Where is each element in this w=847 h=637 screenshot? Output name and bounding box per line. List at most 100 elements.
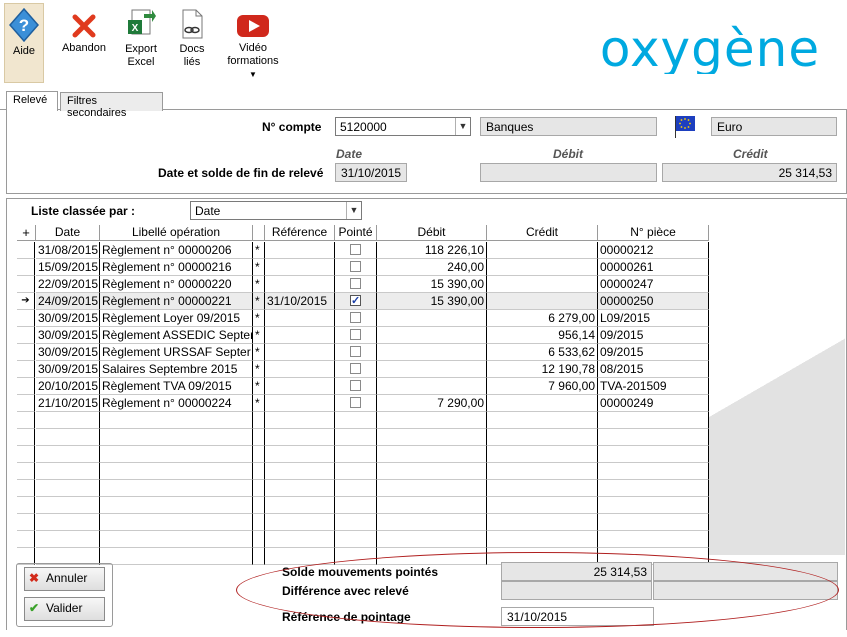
tab-filtres-secondaires[interactable]: Filtres secondaires [60,92,163,119]
table-row-empty[interactable] [17,531,709,548]
table-row[interactable]: 30/09/2015 Règlement ASSEDIC Septer * 956,1… [17,327,709,344]
cell-ref[interactable] [265,429,335,446]
chevron-down-icon[interactable]: ▼ [346,202,361,219]
cell-ref[interactable] [265,361,335,378]
chevron-down-icon[interactable]: ▼ [455,118,470,135]
pointe-checkbox[interactable] [350,312,361,323]
cell-star[interactable] [253,480,265,497]
tab-releve[interactable]: Relevé [6,91,58,111]
cell-ref[interactable] [265,344,335,361]
cell-libelle[interactable]: Règlement n° 00000221 [100,293,253,310]
cell-date[interactable] [36,514,100,531]
cell-credit[interactable] [487,514,598,531]
table-row[interactable]: 30/09/2015 Salaires Septembre 2015 * 12 190… [17,361,709,378]
pointe-cell[interactable] [335,514,377,531]
cell-piece[interactable]: 00000250 [598,293,709,310]
cell-credit[interactable] [487,395,598,412]
cell-credit[interactable] [487,429,598,446]
cell-star[interactable] [253,463,265,480]
cell-credit[interactable] [487,463,598,480]
cell-libelle[interactable] [100,480,253,497]
cell-date[interactable]: 24/09/2015 [36,293,100,310]
cell-star[interactable]: * [253,242,265,259]
cell-debit[interactable]: 118 226,10 [377,242,487,259]
table-row-empty[interactable] [17,480,709,497]
cell-star[interactable]: * [253,344,265,361]
cell-libelle[interactable] [100,548,253,565]
cell-star[interactable] [253,412,265,429]
cell-date[interactable] [36,531,100,548]
cell-libelle[interactable]: Règlement n° 00000224 [100,395,253,412]
pointe-checkbox[interactable] [350,363,361,374]
cell-date[interactable]: 30/09/2015 [36,310,100,327]
cell-ref[interactable] [265,242,335,259]
cell-star[interactable]: * [253,378,265,395]
cell-piece[interactable] [598,514,709,531]
sort-select[interactable]: Date ▼ [190,201,362,220]
cell-credit[interactable] [487,276,598,293]
cell-piece[interactable]: 00000247 [598,276,709,293]
pointe-checkbox[interactable] [350,346,361,357]
cell-libelle[interactable]: Règlement URSSAF Septer [100,344,253,361]
cell-debit[interactable] [377,429,487,446]
cell-credit[interactable] [487,480,598,497]
cell-ref[interactable] [265,378,335,395]
cell-debit[interactable]: 7 290,00 [377,395,487,412]
pointe-checkbox[interactable] [350,293,361,309]
cell-libelle[interactable]: Règlement ASSEDIC Septer [100,327,253,344]
cell-date[interactable]: 15/09/2015 [36,259,100,276]
cell-ref[interactable] [265,276,335,293]
cell-ref[interactable] [265,480,335,497]
table-row[interactable]: 30/09/2015 Règlement URSSAF Septer * 6 533,… [17,344,709,361]
cell-libelle[interactable]: Salaires Septembre 2015 [100,361,253,378]
cell-piece[interactable] [598,446,709,463]
cell-debit[interactable]: 15 390,00 [377,276,487,293]
pointe-checkbox[interactable] [350,397,361,408]
cell-piece[interactable] [598,412,709,429]
cell-star[interactable] [253,497,265,514]
cell-libelle[interactable]: Règlement n° 00000220 [100,276,253,293]
col-header-debit[interactable]: Débit [377,225,487,241]
cell-debit[interactable] [377,361,487,378]
cell-piece[interactable] [598,463,709,480]
cell-star[interactable] [253,446,265,463]
cell-piece[interactable]: 09/2015 [598,344,709,361]
aide-button[interactable]: ? Aide [4,3,44,83]
cell-credit[interactable]: 956,14 [487,327,598,344]
pointe-cell[interactable] [335,446,377,463]
pointe-checkbox[interactable] [350,329,361,340]
cell-debit[interactable] [377,327,487,344]
cell-star[interactable] [253,548,265,565]
compte-select[interactable]: 5120000 ▼ [335,117,471,136]
cell-date[interactable] [36,446,100,463]
cell-credit[interactable] [487,259,598,276]
pointe-checkbox[interactable] [350,380,361,391]
cell-libelle[interactable] [100,463,253,480]
cell-date[interactable]: 30/09/2015 [36,327,100,344]
cell-debit[interactable] [377,514,487,531]
pointe-cell[interactable] [335,480,377,497]
pointe-cell[interactable] [335,412,377,429]
cell-credit[interactable] [487,242,598,259]
table-row-empty[interactable] [17,429,709,446]
table-row-empty[interactable] [17,412,709,429]
cell-ref[interactable] [265,412,335,429]
valider-button[interactable]: ✔ Valider [24,597,105,621]
cell-ref[interactable] [265,514,335,531]
pointe-cell[interactable] [335,531,377,548]
table-row[interactable]: 21/10/2015 Règlement n° 00000224 * 7 290,00… [17,395,709,412]
table-row-empty[interactable] [17,514,709,531]
col-header-pointe[interactable]: Pointé [335,225,377,241]
cell-libelle[interactable] [100,514,253,531]
cell-debit[interactable]: 15 390,00 [377,293,487,310]
cell-ref[interactable] [265,497,335,514]
pointe-cell[interactable] [335,395,377,412]
cell-libelle[interactable] [100,446,253,463]
pointe-cell[interactable] [335,378,377,395]
table-row[interactable]: ➔ 24/09/2015 Règlement n° 00000221 * 31/10/2… [17,293,709,310]
pointe-cell[interactable] [335,463,377,480]
cell-star[interactable]: * [253,259,265,276]
cell-credit[interactable] [487,412,598,429]
cell-piece[interactable] [598,429,709,446]
video-formations-button[interactable]: Vidéo formations ▼ [224,4,282,81]
